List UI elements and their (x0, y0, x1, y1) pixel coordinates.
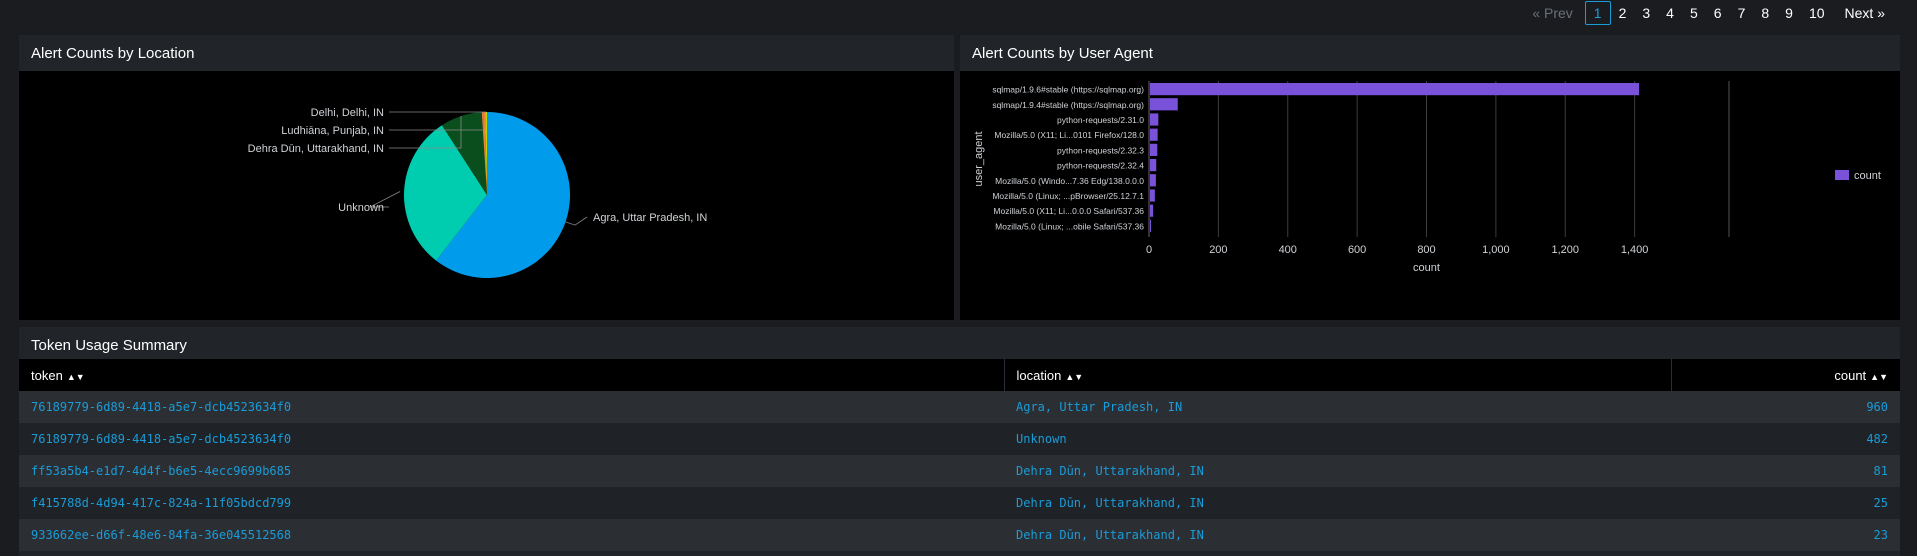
page-link-6[interactable]: 6 (1706, 2, 1730, 24)
panel-title: Alert Counts by Location (31, 45, 195, 62)
column-header-label: location (1016, 367, 1062, 383)
count-cell[interactable]: 81 (1671, 455, 1900, 487)
x-axis-title: count (1413, 262, 1440, 274)
legend-label[interactable]: count (1854, 170, 1881, 182)
y-tick-label: Mozilla/5.0 (Linux; ...obile Safari/537.… (995, 221, 1144, 231)
next-page-link[interactable]: Next » (1837, 2, 1893, 24)
sort-icon[interactable]: ▲▼ (1870, 372, 1888, 382)
pagination: « Prev 1 2 3 4 5 6 7 8 9 10 Next » (1524, 0, 1893, 26)
page-link-3[interactable]: 3 (1634, 2, 1658, 24)
bar[interactable] (1150, 98, 1178, 111)
token-table: token ▲▼ location ▲▼ count ▲▼ 76189779-6d89… (19, 359, 1900, 551)
y-tick-label: Mozilla/5.0 (X11; Li...0101 Firefox/128.… (994, 130, 1144, 140)
token-cell[interactable]: 76189779-6d89-4418-a5e7-dcb4523634f0 (19, 423, 1004, 455)
pie-label: Agra, Uttar Pradesh, IN (593, 212, 707, 224)
page-link-7[interactable]: 7 (1730, 2, 1754, 24)
token-cell[interactable]: 76189779-6d89-4418-a5e7-dcb4523634f0 (19, 391, 1004, 423)
location-pie-chart: Agra, Uttar Pradesh, IN Unknown Dehra Dūn,… (248, 107, 707, 278)
column-header-label: count (1834, 367, 1867, 383)
y-tick-label: Mozilla/5.0 (Linux; ...pBrowser/25.12.7.… (992, 191, 1144, 201)
bar[interactable] (1150, 174, 1156, 187)
y-tick-label: sqlmap/1.9.4#stable (https://sqlmap.org) (992, 100, 1144, 110)
y-tick-label: python-requests/2.32.4 (1057, 161, 1144, 171)
x-tick-label: 600 (1348, 244, 1366, 256)
token-panel: Token Usage Summary token ▲▼ location ▲▼ c… (19, 327, 1900, 556)
pie-label: Dehra Dūn, Uttarakhand, IN (248, 143, 384, 155)
x-tick-label: 1,200 (1551, 244, 1579, 256)
location-cell[interactable]: Dehra Dūn, Uttarakhand, IN (1004, 519, 1671, 551)
location-panel: Alert Counts by Location Agra, Uttar Pra… (19, 35, 954, 320)
page-link-4[interactable]: 4 (1658, 2, 1682, 24)
sort-icon[interactable]: ▲▼ (1065, 372, 1083, 382)
count-cell[interactable]: 482 (1671, 423, 1900, 455)
prev-page-link[interactable]: « Prev (1524, 2, 1580, 24)
bar[interactable] (1150, 204, 1154, 217)
location-cell[interactable]: Unknown (1004, 423, 1671, 455)
page-link-9[interactable]: 9 (1777, 2, 1801, 24)
bar-chart-area: 0 200 400 600 800 1,000 1,200 1,400 sqlmap/1.9.6… (960, 71, 1900, 320)
location-cell[interactable]: Dehra Dūn, Uttarakhand, IN (1004, 455, 1671, 487)
pie-label: Ludhiāna, Punjab, IN (281, 125, 384, 137)
pie-chart-area: Agra, Uttar Pradesh, IN Unknown Dehra Dūn,… (19, 71, 954, 320)
count-cell[interactable]: 25 (1671, 487, 1900, 519)
panel-title: Token Usage Summary (31, 337, 187, 354)
table-row[interactable]: 76189779-6d89-4418-a5e7-dcb4523634f0 Unk… (19, 423, 1900, 455)
y-tick-label: Mozilla/5.0 (Windo...7.36 Edg/138.0.0.0 (995, 176, 1144, 186)
table-row[interactable]: ff53a5b4-e1d7-4d4f-b6e5-4ecc9699b685 Deh… (19, 455, 1900, 487)
bar[interactable] (1150, 219, 1152, 232)
table-row[interactable]: 933662ee-d66f-48e6-84fa-36e045512568 Deh… (19, 519, 1900, 551)
y-axis-title: user_agent (973, 131, 985, 186)
bar[interactable] (1150, 128, 1158, 141)
y-tick-label: sqlmap/1.9.6#stable (https://sqlmap.org) (992, 85, 1144, 95)
page-link-5[interactable]: 5 (1682, 2, 1706, 24)
count-cell[interactable]: 960 (1671, 391, 1900, 423)
page-link-2[interactable]: 2 (1611, 2, 1635, 24)
pie-leader-line (565, 216, 588, 226)
user-agent-panel: Alert Counts by User Agent 0 200 400 600 800… (960, 35, 1900, 320)
x-tick-label: 400 (1279, 244, 1297, 256)
x-tick-label: 800 (1417, 244, 1435, 256)
token-cell[interactable]: ff53a5b4-e1d7-4d4f-b6e5-4ecc9699b685 (19, 455, 1004, 487)
table-row[interactable]: 76189779-6d89-4418-a5e7-dcb4523634f0 Agr… (19, 391, 1900, 423)
bar[interactable] (1150, 113, 1159, 126)
bar[interactable] (1150, 83, 1640, 96)
column-header-count[interactable]: count ▲▼ (1671, 359, 1900, 391)
bar[interactable] (1150, 159, 1157, 172)
table-row[interactable]: f415788d-4d94-417c-824a-11f05bdcd799 Deh… (19, 487, 1900, 519)
location-cell[interactable]: Agra, Uttar Pradesh, IN (1004, 391, 1671, 423)
location-cell[interactable]: Dehra Dūn, Uttarakhand, IN (1004, 487, 1671, 519)
x-tick-label: 1,400 (1621, 244, 1649, 256)
table-header-row: token ▲▼ location ▲▼ count ▲▼ (19, 359, 1900, 391)
legend-swatch (1835, 170, 1849, 180)
column-header-label: token (31, 367, 63, 383)
pie-label: Delhi, Delhi, IN (311, 107, 384, 119)
bar[interactable] (1150, 189, 1155, 202)
column-header-location[interactable]: location ▲▼ (1004, 359, 1672, 391)
user-agent-bar-chart: 0 200 400 600 800 1,000 1,200 1,400 sqlmap/1.9.6… (973, 81, 1881, 274)
panel-title: Alert Counts by User Agent (972, 45, 1153, 62)
pie-label: Unknown (338, 202, 384, 214)
x-tick-label: 1,000 (1482, 244, 1510, 256)
y-tick-label: python-requests/2.32.3 (1057, 145, 1144, 155)
page-link-1[interactable]: 1 (1584, 1, 1611, 25)
token-cell[interactable]: f415788d-4d94-417c-824a-11f05bdcd799 (19, 487, 1004, 519)
count-cell[interactable]: 23 (1671, 519, 1900, 551)
column-header-token[interactable]: token ▲▼ (19, 359, 1005, 391)
page-link-10[interactable]: 10 (1801, 2, 1833, 24)
x-tick-label: 0 (1146, 244, 1152, 256)
sort-icon[interactable]: ▲▼ (67, 372, 85, 382)
y-tick-label: Mozilla/5.0 (X11; Li...0.0.0 Safari/537.… (993, 206, 1144, 216)
x-tick-label: 200 (1209, 244, 1227, 256)
y-tick-label: python-requests/2.31.0 (1057, 115, 1144, 125)
page-link-8[interactable]: 8 (1753, 2, 1777, 24)
token-table-wrap: token ▲▼ location ▲▼ count ▲▼ 76189779-6d89… (19, 359, 1900, 556)
bar[interactable] (1150, 143, 1158, 156)
token-cell[interactable]: 933662ee-d66f-48e6-84fa-36e045512568 (19, 519, 1004, 551)
